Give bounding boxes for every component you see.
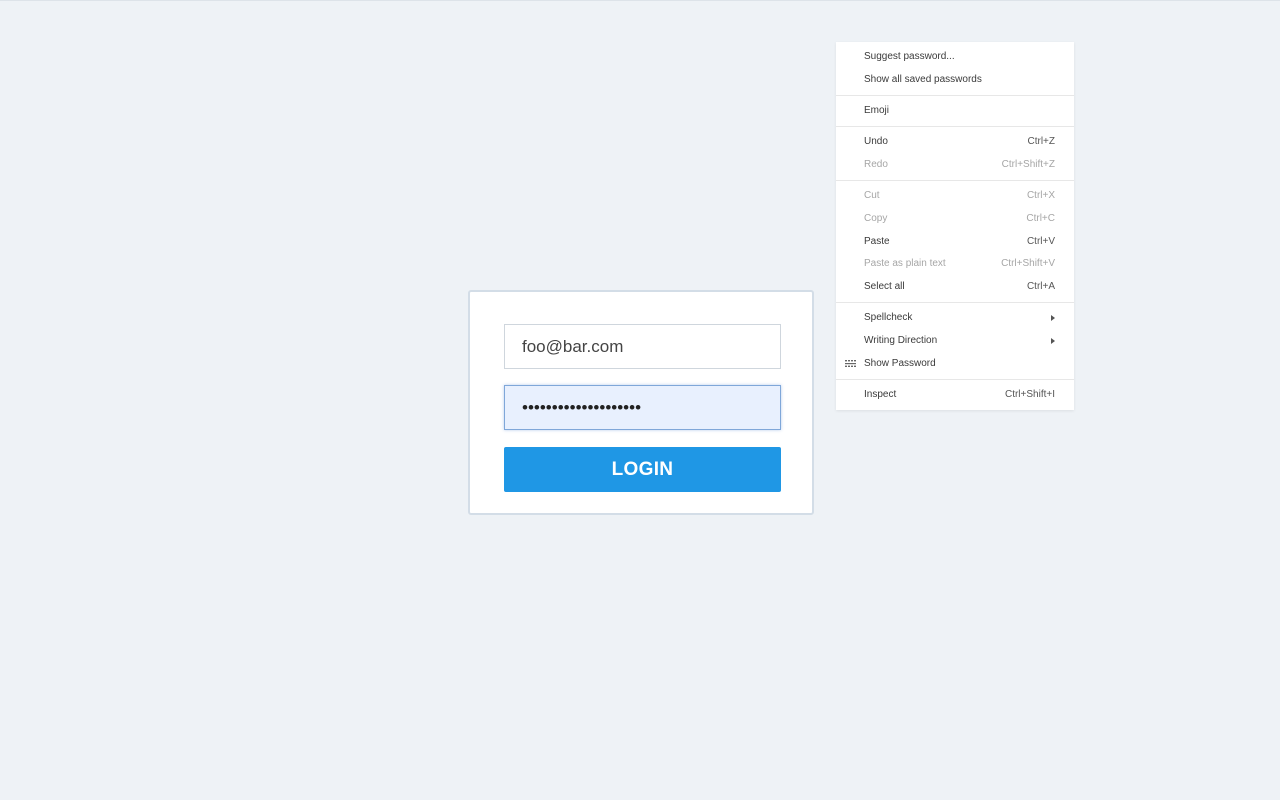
menu-item-shortcut: Ctrl+Shift+V: [1001, 258, 1055, 269]
menu-item-label: Inspect: [864, 389, 897, 400]
menu-item-suggest-password[interactable]: Suggest password...: [836, 46, 1074, 68]
eye-icon: [845, 360, 856, 367]
menu-item-label: Paste: [864, 236, 890, 247]
menu-item-cut[interactable]: Cut Ctrl+X: [836, 185, 1074, 207]
menu-item-label: Emoji: [864, 105, 890, 116]
menu-item-inspect[interactable]: Inspect Ctrl+Shift+I: [836, 384, 1074, 406]
menu-item-label: Copy: [864, 213, 888, 224]
menu-item-redo[interactable]: Redo Ctrl+Shift+Z: [836, 154, 1074, 176]
menu-item-label: Spellcheck: [864, 312, 913, 323]
menu-item-emoji[interactable]: Emoji: [836, 100, 1074, 122]
menu-separator: [836, 379, 1074, 380]
menu-item-shortcut: Ctrl+Z: [1027, 136, 1056, 147]
email-input[interactable]: [504, 324, 781, 369]
menu-item-label: Undo: [864, 136, 888, 147]
menu-item-shortcut: Ctrl+X: [1026, 190, 1055, 201]
menu-item-label: Writing Direction: [864, 335, 938, 346]
menu-item-select-all[interactable]: Select all Ctrl+A: [836, 276, 1074, 298]
menu-item-label: Paste as plain text: [864, 258, 946, 269]
menu-item-label: Redo: [864, 159, 888, 170]
menu-item-paste[interactable]: Paste Ctrl+V: [836, 231, 1074, 253]
menu-item-writing-direction[interactable]: Writing Direction: [836, 330, 1074, 352]
menu-item-show-password[interactable]: Show Password: [836, 353, 1074, 375]
menu-item-label: Show Password: [864, 358, 936, 369]
menu-item-paste-as-plain-text[interactable]: Paste as plain text Ctrl+Shift+V: [836, 253, 1074, 275]
menu-item-label: Suggest password...: [864, 51, 955, 62]
menu-item-spellcheck[interactable]: Spellcheck: [836, 307, 1074, 329]
menu-item-shortcut: Ctrl+Shift+I: [1004, 389, 1055, 400]
chevron-right-icon: [1051, 338, 1055, 344]
menu-separator: [836, 302, 1074, 303]
password-input[interactable]: [504, 385, 781, 430]
chevron-right-icon: [1051, 315, 1055, 321]
menu-item-shortcut: Ctrl+C: [1026, 213, 1055, 224]
menu-item-undo[interactable]: Undo Ctrl+Z: [836, 131, 1074, 153]
menu-item-show-saved-passwords[interactable]: Show all saved passwords: [836, 69, 1074, 91]
menu-item-label: Cut: [864, 190, 880, 201]
menu-separator: [836, 180, 1074, 181]
menu-item-shortcut: Ctrl+A: [1026, 281, 1055, 292]
menu-item-copy[interactable]: Copy Ctrl+C: [836, 208, 1074, 230]
menu-item-label: Select all: [864, 281, 905, 292]
menu-separator: [836, 126, 1074, 127]
menu-item-label: Show all saved passwords: [864, 74, 982, 85]
menu-item-shortcut: Ctrl+Shift+Z: [1001, 159, 1055, 170]
context-menu: Suggest password... Show all saved passw…: [836, 42, 1074, 410]
login-button[interactable]: LOGIN: [504, 447, 781, 492]
menu-separator: [836, 95, 1074, 96]
top-divider: [0, 0, 1280, 1]
menu-item-shortcut: Ctrl+V: [1026, 236, 1055, 247]
login-card: LOGIN: [468, 290, 814, 515]
